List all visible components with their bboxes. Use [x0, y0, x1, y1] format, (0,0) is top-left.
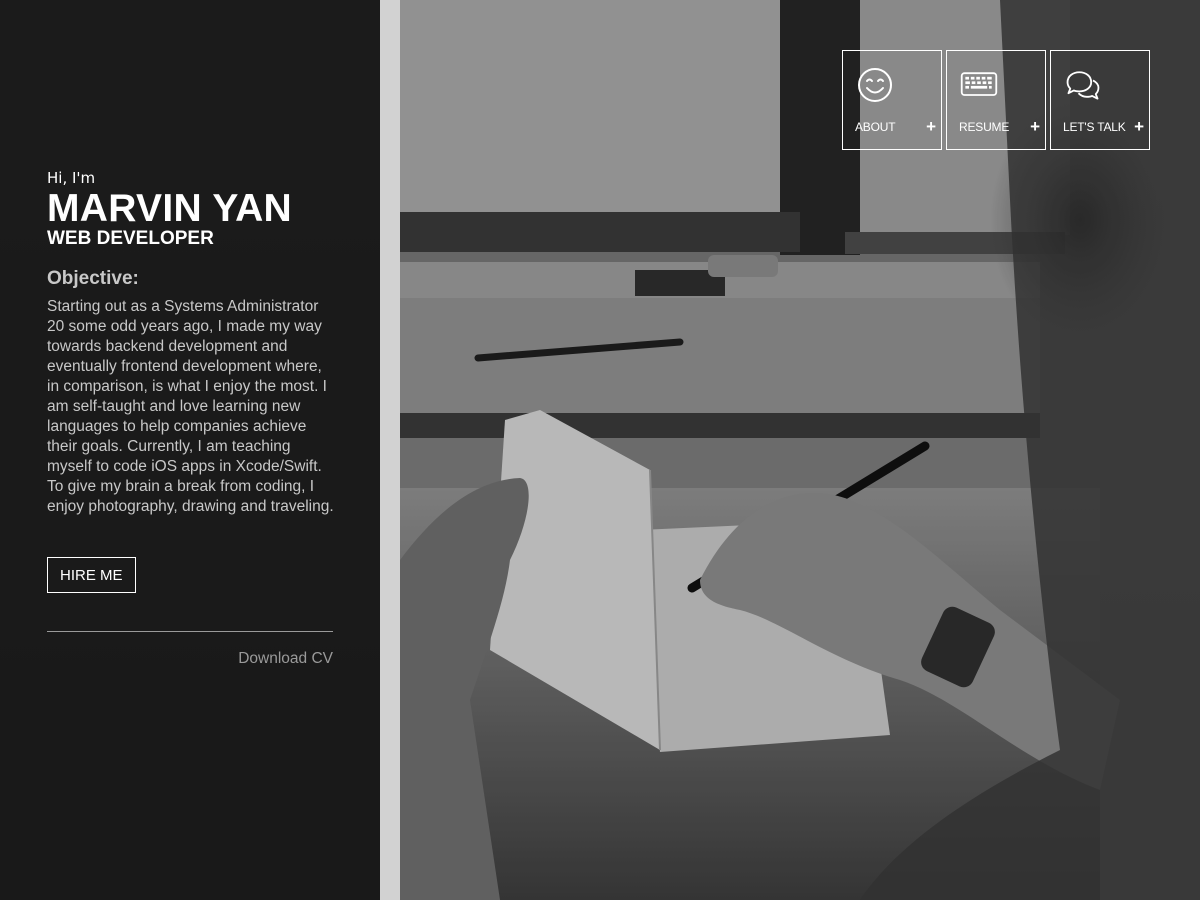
page: Hi, I'm MARVIN YAN WEB DEVELOPER Objecti…: [0, 0, 1200, 900]
smiley-icon: [858, 68, 892, 102]
keyboard-icon: [960, 72, 998, 96]
plus-icon: +: [1030, 117, 1040, 136]
nav-tile-resume[interactable]: RESUME +: [946, 50, 1046, 150]
greeting-text: Hi, I'm: [47, 169, 96, 187]
objective-heading: Objective:: [47, 268, 139, 289]
panel-divider: [380, 0, 400, 900]
download-cv-link[interactable]: Download CV: [47, 650, 333, 668]
person-name: MARVIN YAN: [47, 187, 293, 230]
nav-tile-lets-talk-label: LET'S TALK: [1063, 120, 1126, 134]
plus-icon: +: [926, 117, 936, 136]
hire-me-button[interactable]: HIRE ME: [47, 557, 136, 593]
divider-line: [47, 631, 333, 632]
nav-tile-lets-talk[interactable]: LET'S TALK +: [1050, 50, 1150, 150]
nav-tile-resume-label: RESUME: [959, 120, 1010, 134]
job-title: WEB DEVELOPER: [47, 228, 214, 249]
nav-tile-about[interactable]: ABOUT +: [842, 50, 942, 150]
nav-tiles: ABOUT + RESUME + LET'S TALK +: [842, 50, 1150, 150]
nav-tile-about-label: ABOUT: [855, 120, 896, 134]
objective-paragraph: Starting out as a Systems Administrator …: [47, 298, 334, 515]
plus-icon: +: [1134, 117, 1144, 136]
intro-section: Hi, I'm MARVIN YAN WEB DEVELOPER Objecti…: [47, 168, 337, 517]
chat-bubbles-icon: [1066, 71, 1100, 100]
